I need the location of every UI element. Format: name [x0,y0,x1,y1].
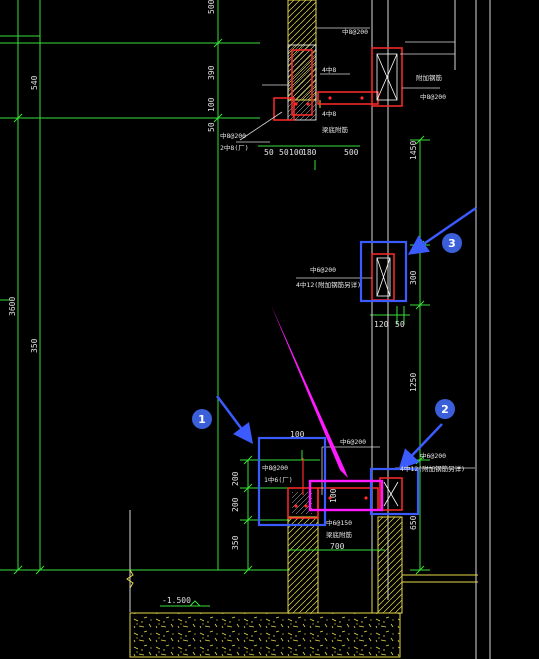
note-i: 中6@200 [310,265,336,274]
dimension-ticks [13,38,425,575]
dim-top-3: 180 [302,148,317,157]
dim-top-1: 50 [279,148,289,157]
note-c: 中8@200 [420,92,446,101]
dim-right-0: 1450 [409,141,418,160]
note-m: 4中12(附加钢筋另详) [400,464,465,473]
dim-left-2: 540 [30,75,39,90]
note-l: 中6@200 [420,451,446,460]
note-j: 4中12(附加钢筋另详) [296,280,361,289]
note-q: 梁底附筋 [326,530,353,539]
marker-2: 2 [435,399,455,419]
note-o: 1中6(厂) [264,475,293,484]
dim-left-8: 200 [231,497,240,512]
dim-left-7: 200 [231,471,240,486]
upper-rebar-detail [236,27,455,143]
note-g: 附加钢筋 [416,73,443,82]
dim-left-6: 350 [30,338,39,353]
dim-left-4: 50 [207,122,216,132]
note-b: 4中8 [322,65,336,74]
marker-1: 1 [192,409,212,429]
arrow-marker-1 [216,395,253,444]
note-n: 中8@200 [262,463,288,472]
note-p: 中6@150 [326,518,352,527]
dim-left-5: 3600 [8,297,17,316]
dim-left-1: 390 [207,65,216,80]
note-e: 4中8 [322,109,336,118]
marker-3: 3 [442,233,462,253]
cad-drawing-canvas: -1.500 1 2 3 500 390 540 100 50 3600 350… [0,0,491,659]
svg-text:1: 1 [198,413,206,426]
dim-right-1: 300 [409,270,418,285]
grid-lines [0,0,430,571]
note-k: 中6@200 [340,437,366,446]
dim-top-0: 50 [264,148,274,157]
dim-left-9: 350 [231,535,240,550]
svg-text:2: 2 [441,403,449,416]
highlight-box-3 [359,240,408,303]
dim-mid-2: 100 [290,430,305,439]
note-h: 中8@200 [220,131,246,140]
dimension-labels-top: 50 50 100 180 500 [264,148,359,157]
dim-mid-1: 50 [395,320,405,329]
dim-right-2: 1250 [409,373,418,392]
dim-left-3: 100 [207,97,216,112]
note-f: 梁底附筋 [322,125,349,134]
dim-right-3: 650 [409,515,418,530]
note-d: 2中8(厂) [220,143,249,152]
arrow-magenta [271,305,348,478]
dim-mid-4: 700 [330,542,345,551]
dim-left-0: 500 [207,0,216,14]
dimension-labels-left: 500 390 540 100 50 3600 350 200 200 350 … [8,0,240,550]
level-mark: -1.500 [160,596,210,607]
dim-top-4: 500 [344,148,359,157]
note-a: 中8@200 [342,27,368,36]
dim-mid-0: 120 [374,320,389,329]
column-detail-3 [296,253,395,301]
dim-mid-3: 100 [329,488,338,503]
svg-text:3: 3 [448,237,456,250]
level-label: -1.500 [162,596,191,605]
